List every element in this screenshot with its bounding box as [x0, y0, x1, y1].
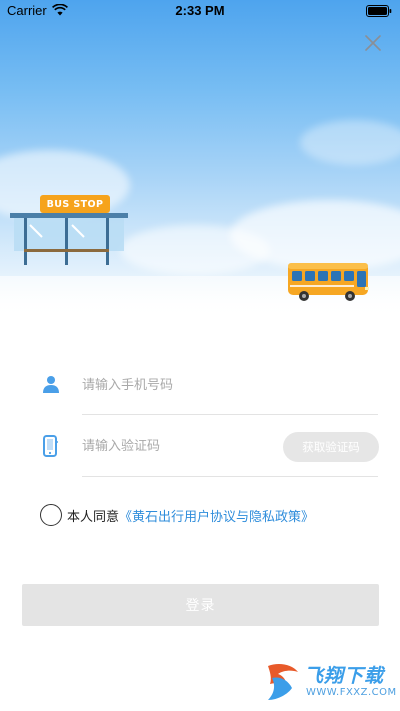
agreement-checkbox[interactable] [40, 504, 62, 526]
phone-input[interactable] [82, 371, 272, 399]
watermark-url: WWW.FXXZ.COM [306, 687, 397, 698]
bus-illustration [288, 263, 369, 301]
status-time: 2:33 PM [175, 3, 225, 18]
login-button[interactable]: 登录 [22, 584, 379, 626]
close-button[interactable] [359, 29, 387, 57]
agreement-row: 本人同意 《黄石出行用户协议与隐私政策》 [40, 502, 380, 528]
bus-stop-illustration: BUS STOP [10, 195, 130, 267]
user-icon [43, 376, 59, 393]
mobile-phone-icon [43, 435, 58, 457]
watermark-title: 飞翔下载 [304, 665, 385, 687]
battery-icon [366, 5, 392, 21]
verification-code-row: 获取验证码 [0, 416, 400, 477]
agreement-text: 本人同意 [67, 509, 120, 525]
cloud [300, 120, 400, 165]
phone-row [0, 355, 400, 415]
phone-divider [82, 414, 378, 415]
close-icon [365, 35, 381, 51]
code-divider [82, 476, 378, 477]
agreement-link[interactable]: 《黄石出行用户协议与隐私政策》 [119, 506, 314, 525]
verification-code-input[interactable] [82, 432, 272, 460]
watermark-logo-icon [268, 664, 298, 700]
bus-shelter-graphic [10, 213, 128, 265]
get-code-button[interactable]: 获取验证码 [283, 432, 379, 462]
watermark: 飞翔下载 WWW.FXXZ.COM [262, 660, 400, 708]
status-bar: Carrier 2:33 PM [0, 0, 400, 22]
